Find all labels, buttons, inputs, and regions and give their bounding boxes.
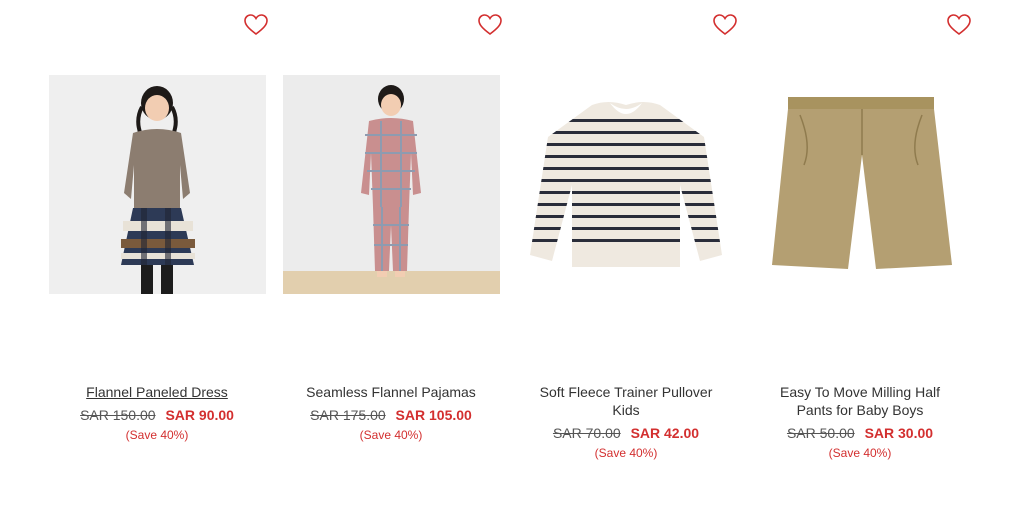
- original-price: SAR 70.00: [552, 425, 621, 441]
- discount-label: (Save 40%): [594, 446, 658, 460]
- wishlist-button[interactable]: [711, 11, 739, 39]
- product-image[interactable]: [518, 75, 735, 294]
- discount-label: (Save 40%): [359, 428, 423, 442]
- original-price: SAR 175.00: [310, 407, 386, 423]
- price-row: SAR 150.00 SAR 90.00: [40, 406, 274, 424]
- discount-label: (Save 40%): [828, 446, 892, 460]
- product-name-link[interactable]: Flannel Paneled Dress: [40, 383, 274, 401]
- product-image[interactable]: [49, 75, 266, 294]
- sale-price: SAR 105.00: [395, 407, 472, 423]
- product-name-link[interactable]: Seamless Flannel Pajamas: [274, 383, 508, 401]
- price-row: SAR 70.00 SAR 42.00: [509, 424, 743, 442]
- price-row: SAR 50.00 SAR 30.00: [743, 424, 977, 442]
- khaki-shorts-image: [752, 75, 969, 294]
- girl-dress-image: [49, 75, 266, 294]
- sale-price: SAR 90.00: [165, 407, 234, 423]
- product-info: Seamless Flannel Pajamas SAR 175.00 SAR …: [274, 383, 508, 443]
- heart-icon: [478, 14, 502, 36]
- wishlist-button[interactable]: [945, 11, 973, 39]
- wishlist-button[interactable]: [242, 11, 270, 39]
- product-info: Flannel Paneled Dress SAR 150.00 SAR 90.…: [40, 383, 274, 443]
- heart-icon: [244, 14, 268, 36]
- wishlist-button[interactable]: [476, 11, 504, 39]
- discount-label: (Save 40%): [125, 428, 189, 442]
- original-price: SAR 150.00: [80, 407, 156, 423]
- heart-icon: [947, 14, 971, 36]
- product-name-link[interactable]: Easy To Move Milling Half Pants for Baby…: [743, 383, 977, 419]
- price-row: SAR 175.00 SAR 105.00: [274, 406, 508, 424]
- sale-price: SAR 30.00: [864, 425, 934, 441]
- product-card[interactable]: Seamless Flannel Pajamas SAR 175.00 SAR …: [274, 0, 508, 519]
- product-image[interactable]: [283, 75, 500, 294]
- product-image[interactable]: [752, 75, 969, 294]
- product-card[interactable]: Soft Fleece Trainer Pullover Kids SAR 70…: [509, 0, 743, 519]
- product-info: Easy To Move Milling Half Pants for Baby…: [743, 383, 977, 461]
- striped-pullover-image: [518, 75, 735, 294]
- product-card[interactable]: Easy To Move Milling Half Pants for Baby…: [743, 0, 977, 519]
- original-price: SAR 50.00: [786, 425, 855, 441]
- heart-icon: [713, 14, 737, 36]
- sale-price: SAR 42.00: [630, 425, 700, 441]
- boy-pajamas-image: [283, 75, 500, 294]
- product-info: Soft Fleece Trainer Pullover Kids SAR 70…: [509, 383, 743, 461]
- product-card[interactable]: Flannel Paneled Dress SAR 150.00 SAR 90.…: [40, 0, 274, 519]
- product-name-link[interactable]: Soft Fleece Trainer Pullover Kids: [509, 383, 743, 419]
